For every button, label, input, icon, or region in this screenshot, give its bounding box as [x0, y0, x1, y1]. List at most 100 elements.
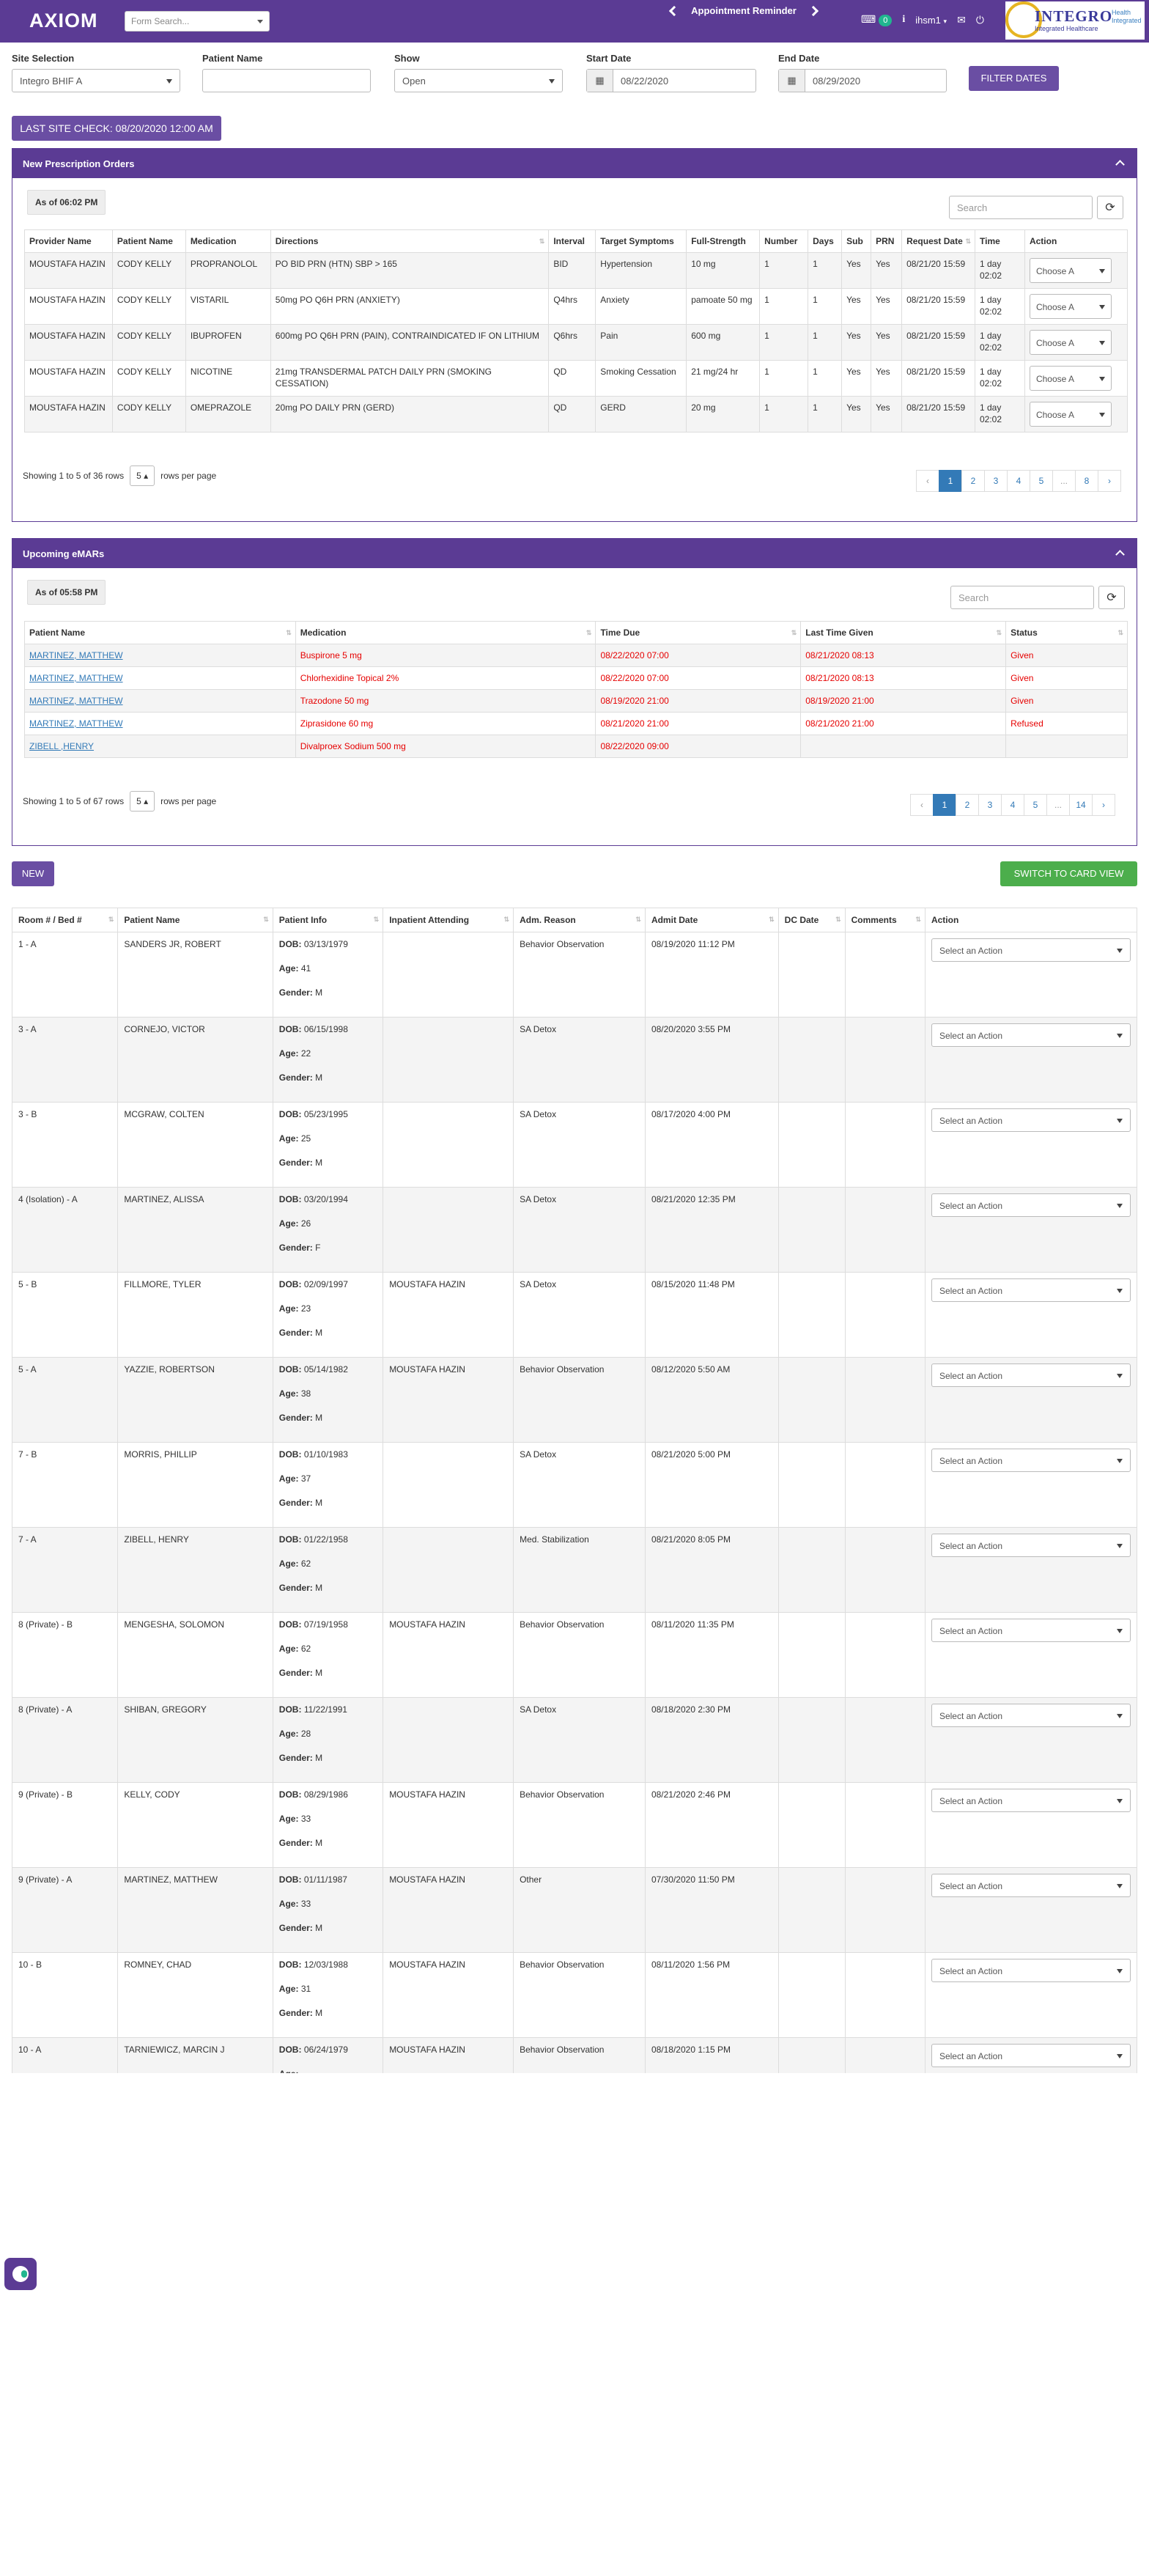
select-action-dropdown[interactable]: Select an Action	[931, 1704, 1131, 1727]
prescription-search-input[interactable]: Search	[949, 196, 1093, 219]
panel-header[interactable]: New Prescription Orders	[12, 149, 1137, 178]
select-action-dropdown[interactable]: Select an Action	[931, 1959, 1131, 1982]
table-row[interactable]: 3 - A CORNEJO, VICTOR DOB: 06/15/1998 Age: …	[12, 1017, 1137, 1103]
table-row[interactable]: MOUSTAFA HAZIN CODY KELLY NICOTINE 21mg TRA…	[24, 360, 1128, 397]
table-row[interactable]: 5 - B FILLMORE, TYLER DOB: 02/09/1997 Age: …	[12, 1272, 1137, 1358]
chevron-left-icon[interactable]	[668, 5, 680, 17]
column-header[interactable]: Patient Name ⇅	[117, 908, 273, 932]
choose-action-select[interactable]: Choose A	[1029, 366, 1112, 391]
form-search-select[interactable]: Form Search...	[125, 11, 270, 32]
column-header[interactable]: Room # / Bed # ⇅	[12, 908, 119, 932]
sort-icon[interactable]: ⇅	[835, 916, 841, 924]
emar-search-input[interactable]: Search	[950, 586, 1094, 609]
column-header[interactable]: Action	[924, 908, 1137, 932]
page-button[interactable]: 4	[1001, 794, 1024, 816]
column-header[interactable]: Request Date ⇅	[901, 229, 975, 253]
sort-icon[interactable]: ⇅	[791, 629, 797, 637]
sort-icon[interactable]: ⇅	[997, 629, 1002, 637]
page-button[interactable]: 5	[1030, 470, 1053, 492]
messages-button[interactable]: ⌨ 0	[861, 13, 893, 26]
show-select[interactable]: Open	[394, 69, 563, 92]
select-action-dropdown[interactable]: Select an Action	[931, 1193, 1131, 1217]
switch-to-card-view-button[interactable]: SWITCH TO CARD VIEW	[1000, 861, 1137, 886]
column-header[interactable]: Sub	[841, 229, 872, 253]
column-header[interactable]: Last Time Given ⇅	[800, 621, 1007, 644]
column-header[interactable]: Medication	[185, 229, 271, 253]
column-header[interactable]: Target Symptoms	[595, 229, 687, 253]
select-action-dropdown[interactable]: Select an Action	[931, 938, 1131, 962]
page-size-select[interactable]: 5 ▴	[130, 791, 155, 812]
page-button[interactable]: 2	[961, 470, 985, 492]
sort-icon[interactable]: ⇅	[915, 916, 921, 924]
chevron-up-icon[interactable]	[1115, 550, 1125, 559]
column-header[interactable]: DC Date ⇅	[777, 908, 846, 932]
table-row[interactable]: 3 - B MCGRAW, COLTEN DOB: 05/23/1995 Age: 2…	[12, 1102, 1137, 1188]
refresh-icon[interactable]: ⟳	[1097, 196, 1123, 219]
patient-link[interactable]: MARTINEZ, MATTHEW	[29, 650, 123, 660]
page-button[interactable]: 8	[1075, 470, 1098, 492]
patient-link[interactable]: MARTINEZ, MATTHEW	[29, 673, 123, 683]
chevron-up-icon[interactable]	[1115, 160, 1125, 169]
new-button[interactable]: NEW	[12, 861, 54, 886]
table-row[interactable]: MARTINEZ, MATTHEW Buspirone 5 mg 08/22/202…	[24, 644, 1128, 667]
next-page-button[interactable]: ›	[1092, 794, 1115, 816]
select-action-dropdown[interactable]: Select an Action	[931, 2044, 1131, 2067]
sort-icon[interactable]: ⇅	[504, 916, 510, 924]
select-action-dropdown[interactable]: Select an Action	[931, 1534, 1131, 1557]
select-action-dropdown[interactable]: Select an Action	[931, 1789, 1131, 1812]
page-button[interactable]: 5	[1024, 794, 1047, 816]
page-button[interactable]: 4	[1007, 470, 1030, 492]
table-row[interactable]: 9 (Private) - B KELLY, CODY DOB: 08/29/198…	[12, 1782, 1137, 1868]
table-row[interactable]: MARTINEZ, MATTHEW Chlorhexidine Topical 2…	[24, 666, 1128, 690]
sort-icon[interactable]: ⇅	[769, 916, 775, 924]
patient-name-input[interactable]	[202, 69, 371, 92]
sort-icon[interactable]: ⇅	[1117, 629, 1123, 637]
power-icon[interactable]: ⏻	[976, 14, 984, 26]
table-row[interactable]: 1 - A SANDERS JR, ROBERT DOB: 03/13/1979 Ag…	[12, 932, 1137, 1017]
patient-link[interactable]: MARTINEZ, MATTHEW	[29, 696, 123, 706]
page-button[interactable]: 2	[956, 794, 979, 816]
prev-page-button[interactable]: ‹	[910, 794, 934, 816]
table-row[interactable]: MOUSTAFA HAZIN CODY KELLY PROPRANOLOL PO BI…	[24, 252, 1128, 289]
page-button[interactable]: ...	[1052, 470, 1076, 492]
table-row[interactable]: 9 (Private) - A MARTINEZ, MATTHEW DOB: 01/…	[12, 1867, 1137, 1953]
patient-link[interactable]: MARTINEZ, MATTHEW	[29, 718, 123, 729]
table-row[interactable]: 8 (Private) - A SHIBAN, GREGORY DOB: 11/22…	[12, 1697, 1137, 1783]
column-header[interactable]: Full-Strength	[686, 229, 761, 253]
panel-header[interactable]: Upcoming eMARs	[12, 539, 1137, 568]
page-size-select[interactable]: 5 ▴	[130, 465, 155, 486]
column-header[interactable]: Comments ⇅	[844, 908, 926, 932]
mail-icon[interactable]: ✉	[957, 14, 966, 26]
page-button[interactable]: 3	[984, 470, 1008, 492]
last-site-check-button[interactable]: LAST SITE CHECK: 08/20/2020 12:00 AM	[12, 116, 221, 141]
page-button[interactable]: 3	[978, 794, 1002, 816]
chat-widget-button[interactable]	[4, 2258, 37, 2290]
choose-action-select[interactable]: Choose A	[1029, 330, 1112, 355]
select-action-dropdown[interactable]: Select an Action	[931, 1449, 1131, 1472]
column-header[interactable]: Directions ⇅	[270, 229, 550, 253]
patient-link[interactable]: ZIBELL ,HENRY	[29, 741, 94, 751]
chevron-right-icon[interactable]	[808, 5, 819, 17]
sort-icon[interactable]: ⇅	[374, 916, 380, 924]
page-button[interactable]: 14	[1069, 794, 1093, 816]
table-row[interactable]: 7 - B MORRIS, PHILLIP DOB: 01/10/1983 Age: …	[12, 1442, 1137, 1528]
select-action-dropdown[interactable]: Select an Action	[931, 1108, 1131, 1132]
table-row[interactable]: MOUSTAFA HAZIN CODY KELLY OMEPRAZOLE 20mg P…	[24, 396, 1128, 433]
select-action-dropdown[interactable]: Select an Action	[931, 1619, 1131, 1642]
column-header[interactable]: PRN	[871, 229, 903, 253]
column-header[interactable]: Number	[759, 229, 809, 253]
filter-dates-button[interactable]: FILTER DATES	[969, 66, 1059, 91]
table-row[interactable]: 10 - A TARNIEWICZ, MARCIN J DOB: 06/24/197…	[12, 2037, 1137, 2073]
column-header[interactable]: Patient Name ⇅	[24, 621, 296, 644]
start-date-input[interactable]: ▦ 08/22/2020	[586, 69, 756, 92]
column-header[interactable]: Status ⇅	[1005, 621, 1128, 644]
sort-icon[interactable]: ⇅	[263, 916, 269, 924]
column-header[interactable]: Time	[975, 229, 1025, 253]
sort-icon[interactable]: ⇅	[539, 238, 545, 246]
refresh-icon[interactable]: ⟳	[1098, 586, 1125, 609]
next-page-button[interactable]: ›	[1098, 470, 1121, 492]
column-header[interactable]: Days	[808, 229, 843, 253]
column-header[interactable]: Provider Name	[24, 229, 113, 253]
calendar-icon[interactable]: ▦	[587, 70, 613, 92]
column-header[interactable]: Inpatient Attending ⇅	[383, 908, 514, 932]
